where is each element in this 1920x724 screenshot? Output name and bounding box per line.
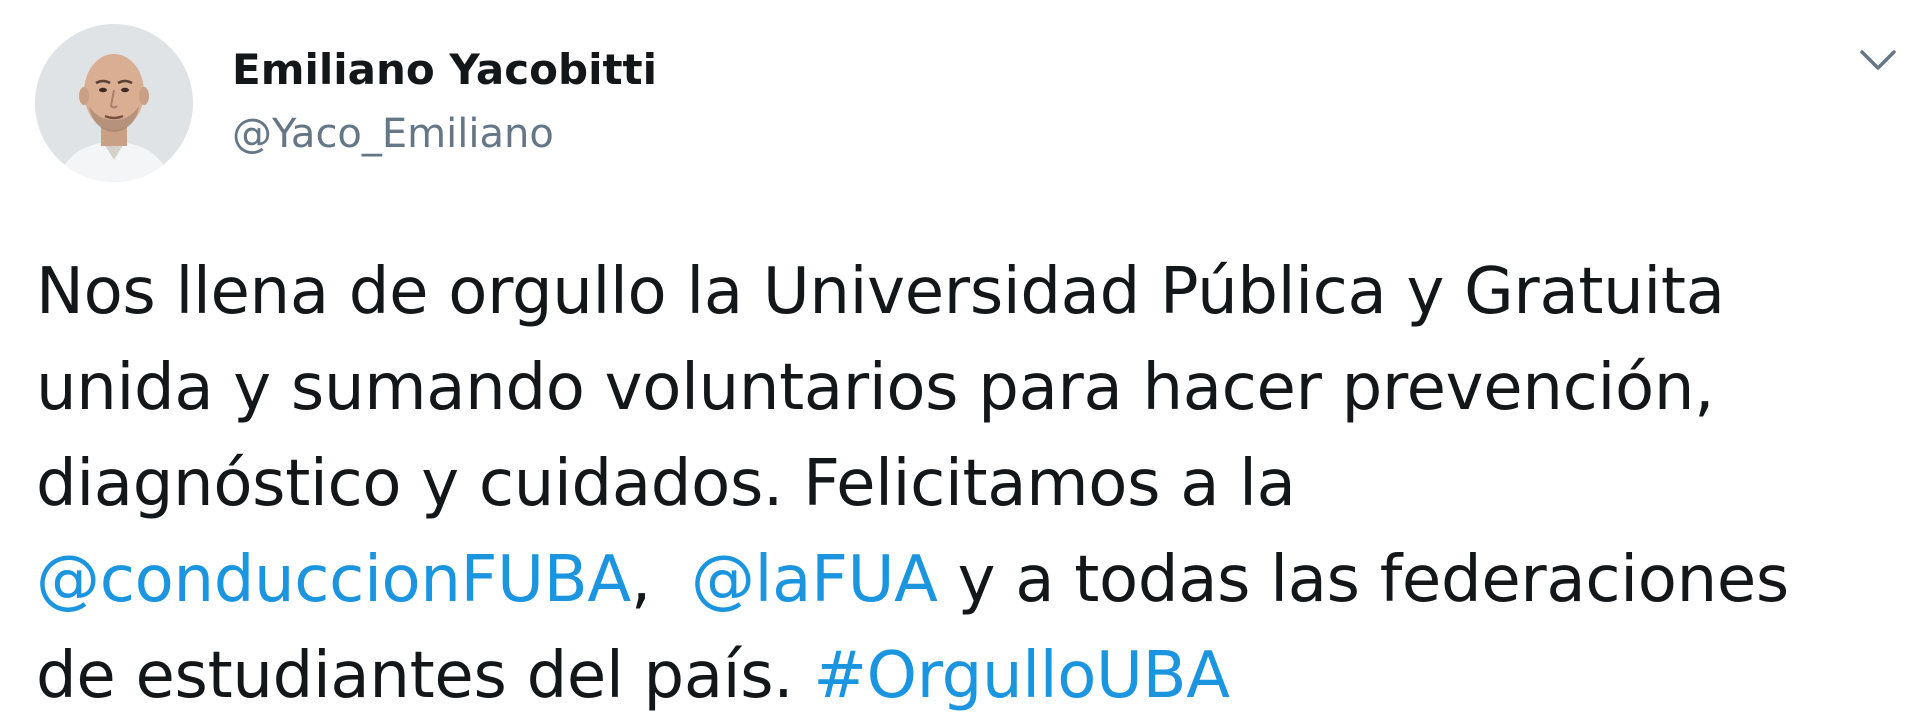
- tweet-card: Emiliano Yacobitti @Yaco_Emiliano Nos ll…: [0, 0, 1920, 722]
- avatar-photo: [35, 24, 193, 182]
- author-handle[interactable]: @Yaco_Emiliano: [232, 108, 554, 160]
- tweet-text-line: unida y sumando voluntarios para hacer p…: [36, 351, 1715, 425]
- tweet-text-fragment: de estudiantes del país.: [36, 639, 814, 713]
- tweet-text-line: @conduccionFUBA, @laFUA y a todas las fe…: [36, 532, 1896, 628]
- author-avatar[interactable]: [35, 24, 193, 182]
- tweet-text-line: diagnóstico y cuidados. Felicitamos a la: [36, 447, 1296, 521]
- tweet-text-line: de estudiantes del país. #OrgulloUBA: [36, 628, 1896, 724]
- hashtag-link-orgullouba[interactable]: #OrgulloUBA: [813, 639, 1230, 713]
- mention-separator: ,: [630, 543, 691, 617]
- mention-link-lafua[interactable]: @laFUA: [691, 543, 938, 617]
- mention-link-conduccionfuba[interactable]: @conduccionFUBA: [36, 543, 631, 617]
- tweet-text-line: Nos llena de orgullo la Universidad Públ…: [36, 255, 1725, 329]
- tweet-text-fragment: y a todas las federaciones: [937, 543, 1790, 617]
- tweet-text: Nos llena de orgullo la Universidad Públ…: [36, 244, 1896, 724]
- chevron-down-icon[interactable]: [1852, 40, 1904, 80]
- author-display-name[interactable]: Emiliano Yacobitti: [232, 44, 657, 96]
